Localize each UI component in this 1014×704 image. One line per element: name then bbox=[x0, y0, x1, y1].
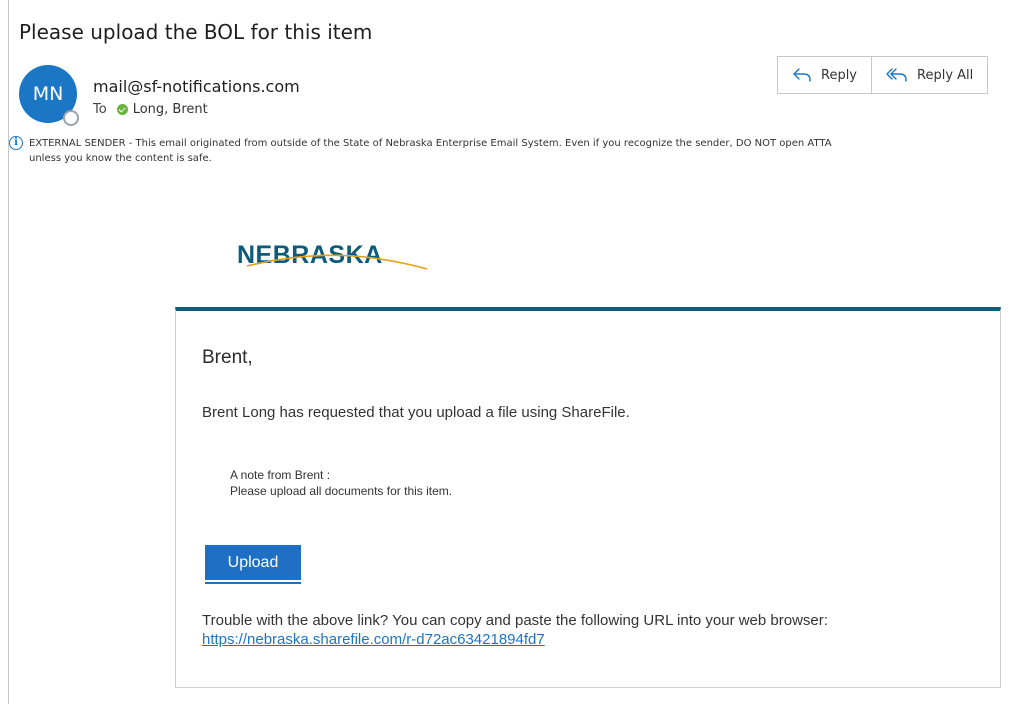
recipient-name[interactable]: Long, Brent bbox=[133, 102, 208, 117]
avatar-initials: MN bbox=[32, 83, 64, 105]
banner-line-2: unless you know the content is safe. bbox=[29, 153, 212, 164]
upload-button[interactable]: Upload bbox=[205, 545, 301, 582]
presence-status-icon bbox=[63, 110, 79, 126]
note-text: Please upload all documents for this ite… bbox=[230, 484, 453, 498]
reply-all-button[interactable]: Reply All bbox=[872, 57, 987, 93]
reply-icon bbox=[793, 68, 811, 82]
reply-label: Reply bbox=[821, 67, 858, 83]
note-label: A note from Brent : bbox=[230, 468, 331, 482]
greeting: Brent, bbox=[202, 347, 253, 368]
reading-pane: Please upload the BOL for this item MN m… bbox=[8, 0, 1014, 704]
sharefile-request-card: Brent, Brent Long has requested that you… bbox=[175, 307, 1001, 688]
sender-address[interactable]: mail@sf-notifications.com bbox=[93, 77, 300, 96]
banner-line-1: EXTERNAL SENDER - This email originated … bbox=[29, 138, 832, 149]
available-status-icon bbox=[116, 104, 128, 115]
email-subject: Please upload the BOL for this item bbox=[19, 20, 373, 44]
recipient-line: To Long, Brent bbox=[93, 102, 208, 117]
reply-button[interactable]: Reply bbox=[778, 57, 873, 93]
reply-all-label: Reply All bbox=[917, 67, 974, 83]
upload-url-link[interactable]: https://nebraska.sharefile.com/r-d72ac63… bbox=[202, 631, 545, 648]
message-actions: Reply Reply All bbox=[777, 56, 989, 94]
request-message: Brent Long has requested that you upload… bbox=[202, 404, 630, 421]
logo-swoosh-icon bbox=[246, 254, 428, 270]
to-label: To bbox=[93, 102, 107, 117]
nebraska-logo: NEBRASKA bbox=[237, 241, 428, 275]
trouble-text: Trouble with the above link? You can cop… bbox=[202, 612, 828, 629]
info-icon: i bbox=[9, 136, 23, 150]
reply-all-icon bbox=[886, 68, 907, 82]
